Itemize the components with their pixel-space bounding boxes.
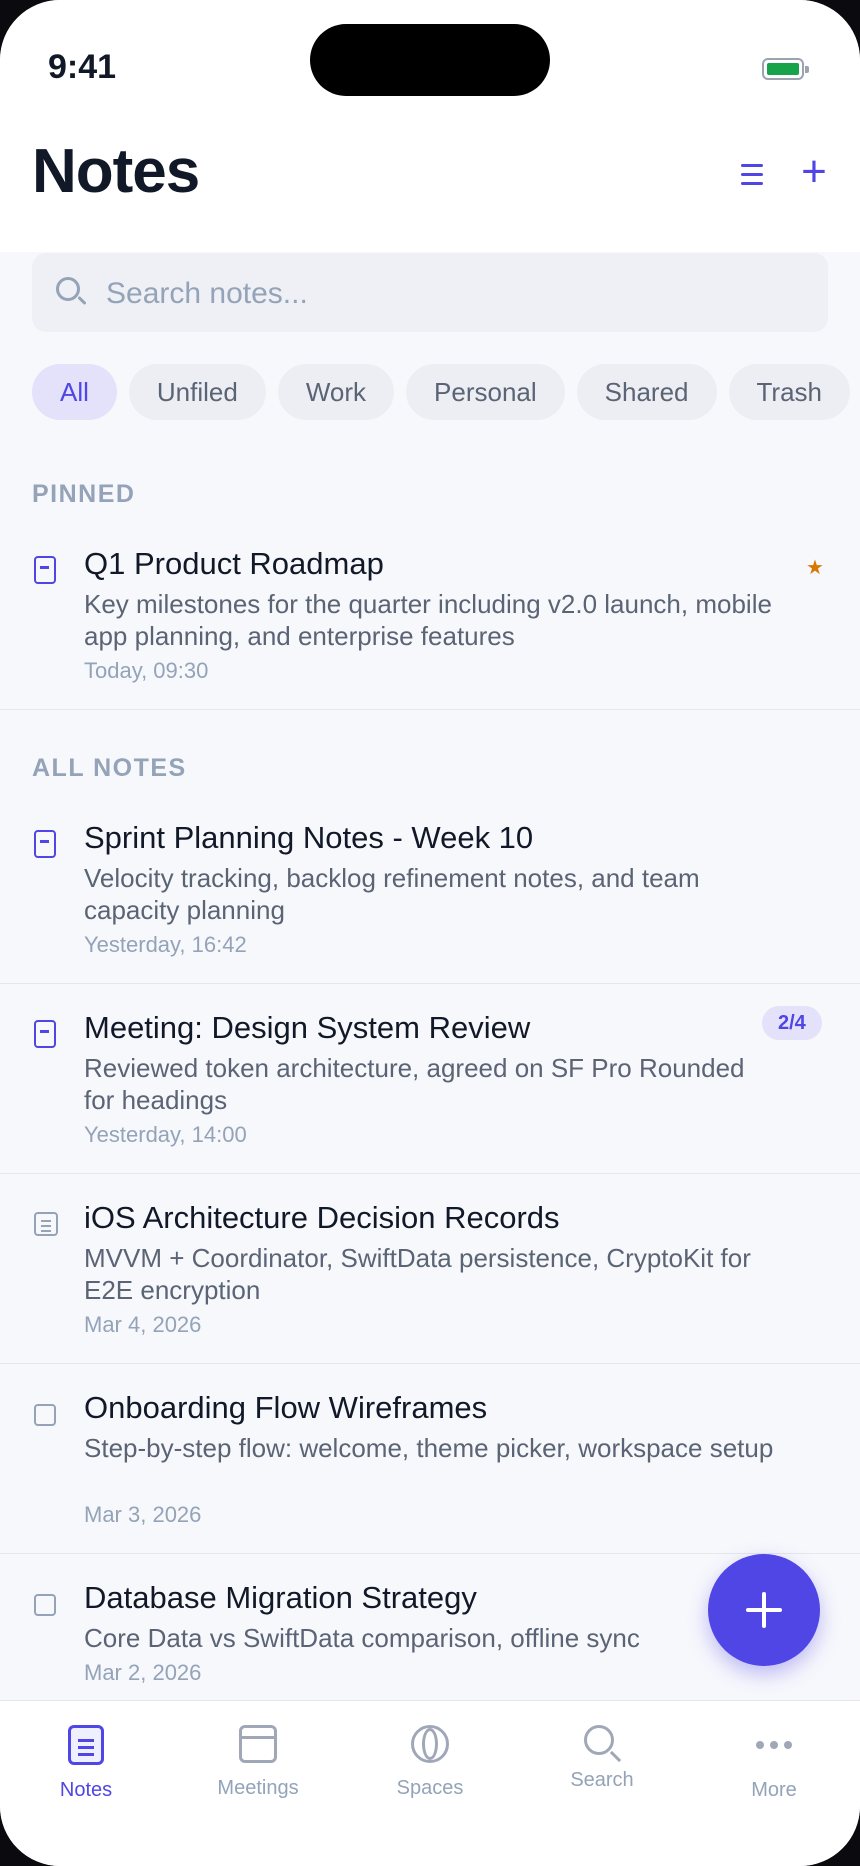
tab-notes[interactable]: Notes	[0, 1725, 172, 1802]
note-preview: Core Data vs SwiftData comparison, offli…	[84, 1623, 640, 1653]
tab-label: Search	[570, 1769, 634, 1791]
note-title: iOS Architecture Decision Records	[84, 1200, 560, 1235]
plus-icon: +	[801, 147, 827, 196]
note-title: Q1 Product Roadmap	[84, 546, 384, 581]
tab-label: More	[751, 1779, 797, 1801]
note-item[interactable]: Q1 Product Roadmap Key milestones for th…	[0, 546, 860, 710]
filter-chip-all[interactable]: All	[32, 364, 117, 420]
new-note-fab[interactable]	[708, 1554, 820, 1666]
blank-note-icon	[34, 1594, 56, 1616]
note-item[interactable]: Onboarding Flow Wireframes Step-by-step …	[0, 1390, 860, 1554]
note-preview: Velocity tracking, backlog refinement no…	[84, 863, 700, 925]
filter-chip-work[interactable]: Work	[277, 364, 395, 420]
calendar-icon	[239, 1725, 277, 1763]
header: Notes +	[0, 110, 860, 252]
note-icon	[34, 556, 56, 584]
note-date: Mar 4, 2026	[84, 1312, 202, 1337]
note-item[interactable]: Sprint Planning Notes - Week 10 Velocity…	[0, 820, 860, 984]
note-item[interactable]: Meeting: Design System Review Reviewed t…	[0, 1006, 860, 1174]
note-date: Yesterday, 14:00	[84, 1122, 247, 1147]
note-icon	[34, 830, 56, 858]
section-label-all-notes: ALL NOTES	[32, 754, 187, 782]
blank-note-icon	[34, 1404, 56, 1426]
status-time: 9:41	[48, 48, 117, 86]
dynamic-island	[310, 24, 550, 96]
filter-chips: All Unfiled Work Personal Shared Trash	[32, 364, 860, 420]
note-title: Sprint Planning Notes - Week 10	[84, 820, 534, 855]
tab-more[interactable]: More	[688, 1725, 860, 1802]
filter-chip-personal[interactable]: Personal	[406, 364, 565, 420]
note-preview: Key milestones for the quarter including…	[84, 589, 772, 651]
note-preview: Reviewed token architecture, agreed on S…	[84, 1053, 745, 1115]
search-bar[interactable]	[32, 253, 828, 334]
tab-meetings[interactable]: Meetings	[172, 1725, 344, 1800]
note-item[interactable]: iOS Architecture Decision Records MVVM +…	[0, 1200, 860, 1364]
new-note-button[interactable]: +	[792, 150, 836, 196]
tab-label: Meetings	[217, 1777, 299, 1799]
list-icon	[730, 156, 774, 185]
filter-chip-shared[interactable]: Shared	[576, 364, 717, 420]
note-icon	[34, 1020, 56, 1048]
tab-label: Notes	[59, 1779, 113, 1801]
status-bar: 9:41	[0, 0, 860, 110]
note-date: Yesterday, 16:42	[84, 932, 247, 957]
more-icon	[754, 1725, 794, 1765]
search-icon	[56, 277, 80, 301]
note-date: Today, 09:30	[84, 658, 209, 683]
note-date: Mar 2, 2026	[84, 1660, 202, 1685]
tab-spaces[interactable]: Spaces	[344, 1725, 516, 1800]
search-icon	[584, 1725, 614, 1755]
search-input[interactable]	[104, 253, 808, 334]
filter-chip-unfiled[interactable]: Unfiled	[128, 364, 266, 420]
page-title: Notes	[32, 137, 200, 206]
notes-icon	[68, 1725, 104, 1765]
note-title: Onboarding Flow Wireframes	[84, 1390, 488, 1425]
tab-bar: Notes Meetings Spaces Search More	[0, 1700, 860, 1866]
note-title: Database Migration Strategy	[84, 1580, 477, 1615]
pin-icon[interactable]: ★	[806, 558, 826, 578]
app-screen: 9:41 Notes + AllUnfiledWorkPersonalShare…	[0, 0, 860, 1866]
battery-icon	[762, 58, 809, 80]
note-preview: MVVM + Coordinator, SwiftData persistenc…	[84, 1243, 751, 1305]
note-date: Mar 3, 2026	[84, 1502, 202, 1527]
filter-chip-trash[interactable]: Trash	[728, 364, 851, 420]
list-view-button[interactable]	[730, 156, 774, 200]
section-label-pinned: PINNED	[32, 480, 136, 508]
spaces-icon	[411, 1725, 449, 1763]
checklist-progress-badge: 2/4	[762, 1006, 822, 1040]
note-preview: Step-by-step flow: welcome, theme picker…	[84, 1433, 774, 1463]
note-title: Meeting: Design System Review	[84, 1010, 531, 1045]
tab-label: Spaces	[396, 1777, 464, 1799]
tab-search[interactable]: Search	[516, 1725, 688, 1792]
document-icon	[34, 1212, 58, 1236]
